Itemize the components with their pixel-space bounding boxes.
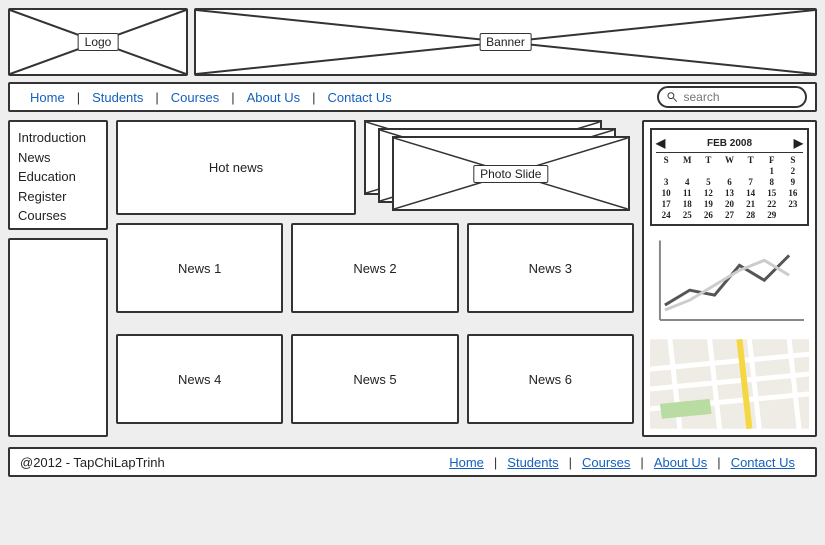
hot-news-label: Hot news (209, 160, 263, 175)
footer-link-courses[interactable]: Courses (572, 455, 640, 470)
sidebar-item-news[interactable]: News (18, 148, 98, 168)
sidebar-item-introduction[interactable]: Introduction (18, 128, 98, 148)
news-card-2[interactable]: News 2 (291, 223, 458, 313)
calendar-next-icon[interactable]: ▶ (794, 136, 803, 150)
nav-students[interactable]: Students (80, 90, 155, 105)
calendar-prev-icon[interactable]: ◀ (656, 136, 665, 150)
main-nav: Home| Students| Courses| About Us| Conta… (8, 82, 817, 112)
news-card-5[interactable]: News 5 (291, 334, 458, 424)
photo-slide[interactable]: Photo Slide (364, 120, 634, 215)
news-card-3[interactable]: News 3 (467, 223, 634, 313)
map-widget[interactable] (650, 339, 809, 429)
nav-courses[interactable]: Courses (159, 90, 231, 105)
nav-home[interactable]: Home (18, 90, 77, 105)
footer: @2012 - TapChiLapTrinh Home| Students| C… (8, 447, 817, 477)
search-icon (667, 91, 677, 103)
calendar-month: FEB 2008 (707, 138, 752, 149)
footer-link-about[interactable]: About Us (644, 455, 717, 470)
nav-contact[interactable]: Contact Us (315, 90, 403, 105)
sidebar-item-register[interactable]: Register (18, 187, 98, 207)
nav-about[interactable]: About Us (235, 90, 312, 105)
search-box[interactable] (657, 86, 807, 108)
footer-link-home[interactable]: Home (439, 455, 494, 470)
footer-copyright: @2012 - TapChiLapTrinh (20, 455, 165, 470)
calendar-widget[interactable]: ◀ FEB 2008 ▶ S M T W T F S 12 3456789 10… (650, 128, 809, 226)
news-card-4[interactable]: News 4 (116, 334, 283, 424)
footer-link-students[interactable]: Students (497, 455, 568, 470)
footer-link-contact[interactable]: Contact Us (721, 455, 805, 470)
banner-label: Banner (479, 33, 532, 51)
logo-label: Logo (78, 33, 119, 51)
news-card-6[interactable]: News 6 (467, 334, 634, 424)
search-input[interactable] (683, 90, 797, 104)
sidebar-item-courses[interactable]: Courses (18, 206, 98, 226)
sidebar-item-education[interactable]: Education (18, 167, 98, 187)
photo-slide-label: Photo Slide (473, 165, 548, 183)
news-card-1[interactable]: News 1 (116, 223, 283, 313)
calendar-grid: S M T W T F S 12 3456789 10111213141516 … (656, 155, 803, 220)
right-sidebar: ◀ FEB 2008 ▶ S M T W T F S 12 3456789 10… (642, 120, 817, 437)
line-chart (650, 234, 809, 331)
sidebar-panel (8, 238, 108, 437)
logo-placeholder[interactable]: Logo (8, 8, 188, 76)
hot-news-panel[interactable]: Hot news (116, 120, 356, 215)
banner-placeholder: Banner (194, 8, 817, 76)
sidebar-menu: Introduction News Education Register Cou… (8, 120, 108, 230)
